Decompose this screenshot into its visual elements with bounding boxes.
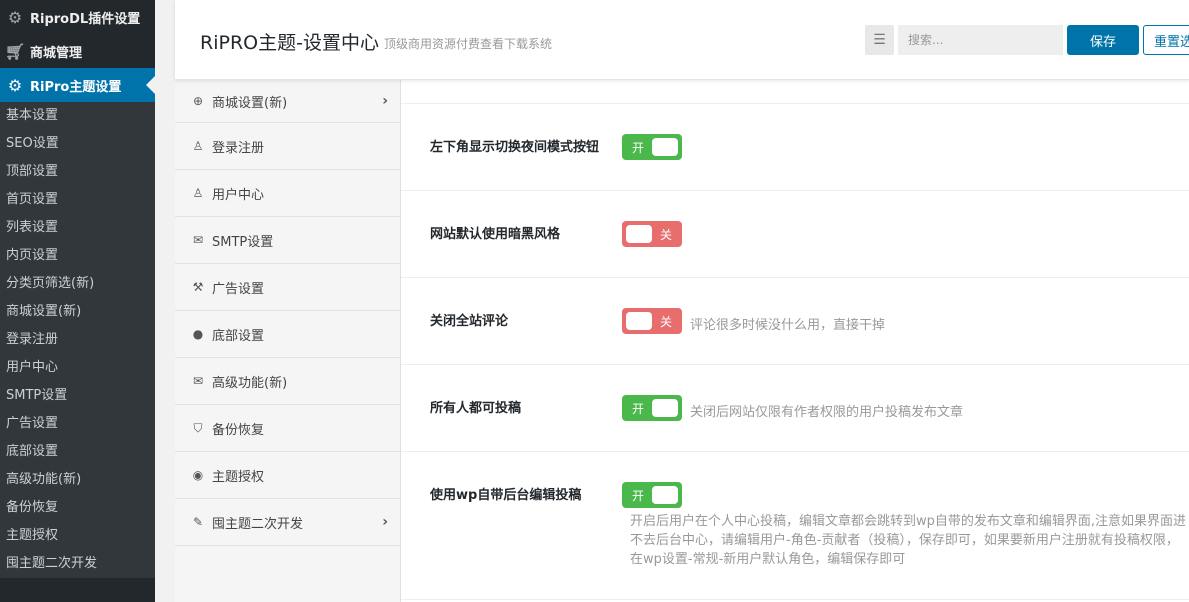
chevron-right-icon: › <box>382 514 388 530</box>
nav-label: 主题授权 <box>212 469 265 485</box>
field-label: 关闭全站评论 <box>430 314 509 329</box>
nav-label: 囤主题二次开发 <box>212 516 304 532</box>
menu-label: RiproDL插件设置 <box>30 11 141 27</box>
user-icon: ♙ <box>192 186 204 200</box>
cart-icon: 🛒︎ <box>4 41 26 61</box>
switch-knob <box>652 399 678 417</box>
field-description: 评论很多时候没什么用，直接干掉 <box>690 318 886 333</box>
options-panel: RiPRO主题-设置中心 顶级商用资源付费查看下载系统 ☰ 保存 重置选项 ⊕ … <box>175 0 1189 602</box>
field-label: 左下角显示切换夜间模式按钮 <box>430 140 600 155</box>
chevron-right-icon: › <box>382 93 388 109</box>
switch-knob <box>626 225 652 243</box>
submenu-item-top[interactable]: 顶部设置 <box>0 158 155 186</box>
nav-label: 商城设置(新) <box>212 95 288 111</box>
nav-item-smtp[interactable]: ✉ SMTP设置 <box>175 217 400 264</box>
field-disable-comments: 关闭全站评论 关 评论很多时候没什么用，直接干掉 <box>401 278 1189 365</box>
nav-item-ads[interactable]: ⚒ 广告设置 <box>175 264 400 311</box>
field-label: 所有人都可投稿 <box>430 401 522 416</box>
nav-item-footer[interactable]: ● 底部设置 <box>175 311 400 358</box>
menu-ripro-theme-settings[interactable]: ⚙ RiPro主题设置 <box>0 68 155 102</box>
plus-circle-icon: ⊕ <box>192 94 204 108</box>
field-label: 网站默认使用暗黑风格 <box>430 227 561 242</box>
search-input[interactable] <box>898 25 1063 55</box>
field-separator <box>401 80 1189 104</box>
nav-label: 用户中心 <box>212 187 265 203</box>
switch-text: 开 <box>632 141 645 155</box>
submenu-item-category-filter[interactable]: 分类页筛选(新) <box>0 270 155 298</box>
nav-item-user-center[interactable]: ♙ 用户中心 <box>175 170 400 217</box>
nav-item-license[interactable]: ◉ 主题授权 <box>175 452 400 499</box>
gear-icon: ⚙ <box>7 7 23 27</box>
disable-comments-switch[interactable]: 关 <box>622 308 682 334</box>
field-allow-all-submit: 所有人都可投稿 开 关闭后网站仅限有作者权限的用户投稿发布文章 <box>401 365 1189 452</box>
gavel-icon: ⚒ <box>192 280 204 294</box>
nav-label: 广告设置 <box>212 281 265 297</box>
submenu-item-smtp[interactable]: SMTP设置 <box>0 382 155 410</box>
submenu-item-shop[interactable]: 商城设置(新) <box>0 298 155 326</box>
circle-icon: ● <box>192 327 204 341</box>
wp-admin-sidebar: ⚙ RiproDL插件设置 🛒︎ 商城管理 ⚙ RiPro主题设置 基本设置 S… <box>0 0 155 602</box>
submenu-item-dev[interactable]: 囤主题二次开发 <box>0 550 155 578</box>
nav-item-advanced[interactable]: ✉ 高级功能(新) <box>175 358 400 405</box>
switch-text: 关 <box>659 315 672 329</box>
nav-item-login[interactable]: ♙ 登录注册 <box>175 123 400 170</box>
dark-style-switch[interactable]: 关 <box>622 221 682 247</box>
nav-label: 高级功能(新) <box>212 375 288 391</box>
envelope-icon: ✉ <box>192 233 204 247</box>
menu-label: RiPro主题设置 <box>30 79 122 95</box>
nav-item-backup[interactable]: ⛉ 备份恢复 <box>175 405 400 452</box>
allow-all-submit-switch[interactable]: 开 <box>622 395 682 421</box>
switch-knob <box>652 486 678 504</box>
submenu: 基本设置 SEO设置 顶部设置 首页设置 列表设置 内页设置 分类页筛选(新) … <box>0 102 155 578</box>
shield-icon: ⛉ <box>193 420 203 435</box>
nav-item-dev[interactable]: ✎ 囤主题二次开发 › <box>175 499 400 546</box>
submenu-item-list[interactable]: 列表设置 <box>0 214 155 242</box>
field-label: 使用wp自带后台编辑投稿 <box>430 488 582 503</box>
submenu-item-basic[interactable]: 基本设置 <box>0 102 155 130</box>
menu-toggle-icon[interactable]: ☰ <box>865 25 894 55</box>
envelope-icon: ✉ <box>192 374 204 388</box>
panel-nav: ⊕ 商城设置(新) › ♙ 登录注册 ♙ 用户中心 ✉ SMTP设置 ⚒ 广告设… <box>175 80 401 602</box>
save-button[interactable]: 保存 <box>1067 25 1139 55</box>
nav-label: 底部设置 <box>212 328 265 344</box>
wp-editor-submit-switch[interactable]: 开 <box>622 482 682 508</box>
menu-riprodl-settings[interactable]: ⚙ RiproDL插件设置 <box>0 0 155 34</box>
switch-text: 关 <box>659 228 672 242</box>
settings-content: 左下角显示切换夜间模式按钮 开 网站默认使用暗黑风格 关 关闭全站评论 关 评论… <box>401 80 1189 602</box>
submenu-item-footer[interactable]: 底部设置 <box>0 438 155 466</box>
page-subtitle: 顶级商用资源付费查看下载系统 <box>384 37 553 51</box>
reset-button[interactable]: 重置选项 <box>1143 25 1189 55</box>
menu-label: 商城管理 <box>30 45 83 61</box>
field-dark-style: 网站默认使用暗黑风格 关 <box>401 191 1189 278</box>
submenu-item-backup[interactable]: 备份恢复 <box>0 494 155 522</box>
submenu-item-ads[interactable]: 广告设置 <box>0 410 155 438</box>
submenu-item-inner[interactable]: 内页设置 <box>0 242 155 270</box>
submenu-item-user-center[interactable]: 用户中心 <box>0 354 155 382</box>
field-night-mode-toggle: 左下角显示切换夜间模式按钮 开 <box>401 104 1189 191</box>
field-wp-editor-submit: 使用wp自带后台编辑投稿 开 开启后用户在个人中心投稿，编辑文章都会跳转到wp自… <box>401 452 1189 600</box>
submenu-item-home[interactable]: 首页设置 <box>0 186 155 214</box>
field-description: 开启后用户在个人中心投稿，编辑文章都会跳转到wp自带的发布文章和编辑界面,注意如… <box>630 514 1187 567</box>
nav-item-shop[interactable]: ⊕ 商城设置(新) › <box>175 80 400 123</box>
submenu-item-seo[interactable]: SEO设置 <box>0 130 155 158</box>
switch-text: 开 <box>632 402 645 416</box>
submenu-item-advanced[interactable]: 高级功能(新) <box>0 466 155 494</box>
magic-wand-icon: ✎ <box>192 515 204 529</box>
switch-knob <box>626 312 652 330</box>
switch-knob <box>652 138 678 156</box>
page-title: RiPRO主题-设置中心 <box>200 32 379 54</box>
eye-icon: ◉ <box>192 468 204 482</box>
submenu-item-license[interactable]: 主题授权 <box>0 522 155 550</box>
switch-text: 开 <box>632 489 645 503</box>
nav-label: 登录注册 <box>212 140 265 156</box>
panel-header: RiPRO主题-设置中心 顶级商用资源付费查看下载系统 ☰ 保存 重置选项 <box>175 0 1189 80</box>
nav-label: SMTP设置 <box>212 234 274 250</box>
field-description: 关闭后网站仅限有作者权限的用户投稿发布文章 <box>690 405 964 420</box>
submenu-item-login[interactable]: 登录注册 <box>0 326 155 354</box>
menu-shop-management[interactable]: 🛒︎ 商城管理 <box>0 34 155 68</box>
night-mode-switch[interactable]: 开 <box>622 134 682 160</box>
nav-label: 备份恢复 <box>212 422 265 438</box>
user-icon: ♙ <box>192 139 204 153</box>
gear-icon: ⚙ <box>7 75 23 95</box>
